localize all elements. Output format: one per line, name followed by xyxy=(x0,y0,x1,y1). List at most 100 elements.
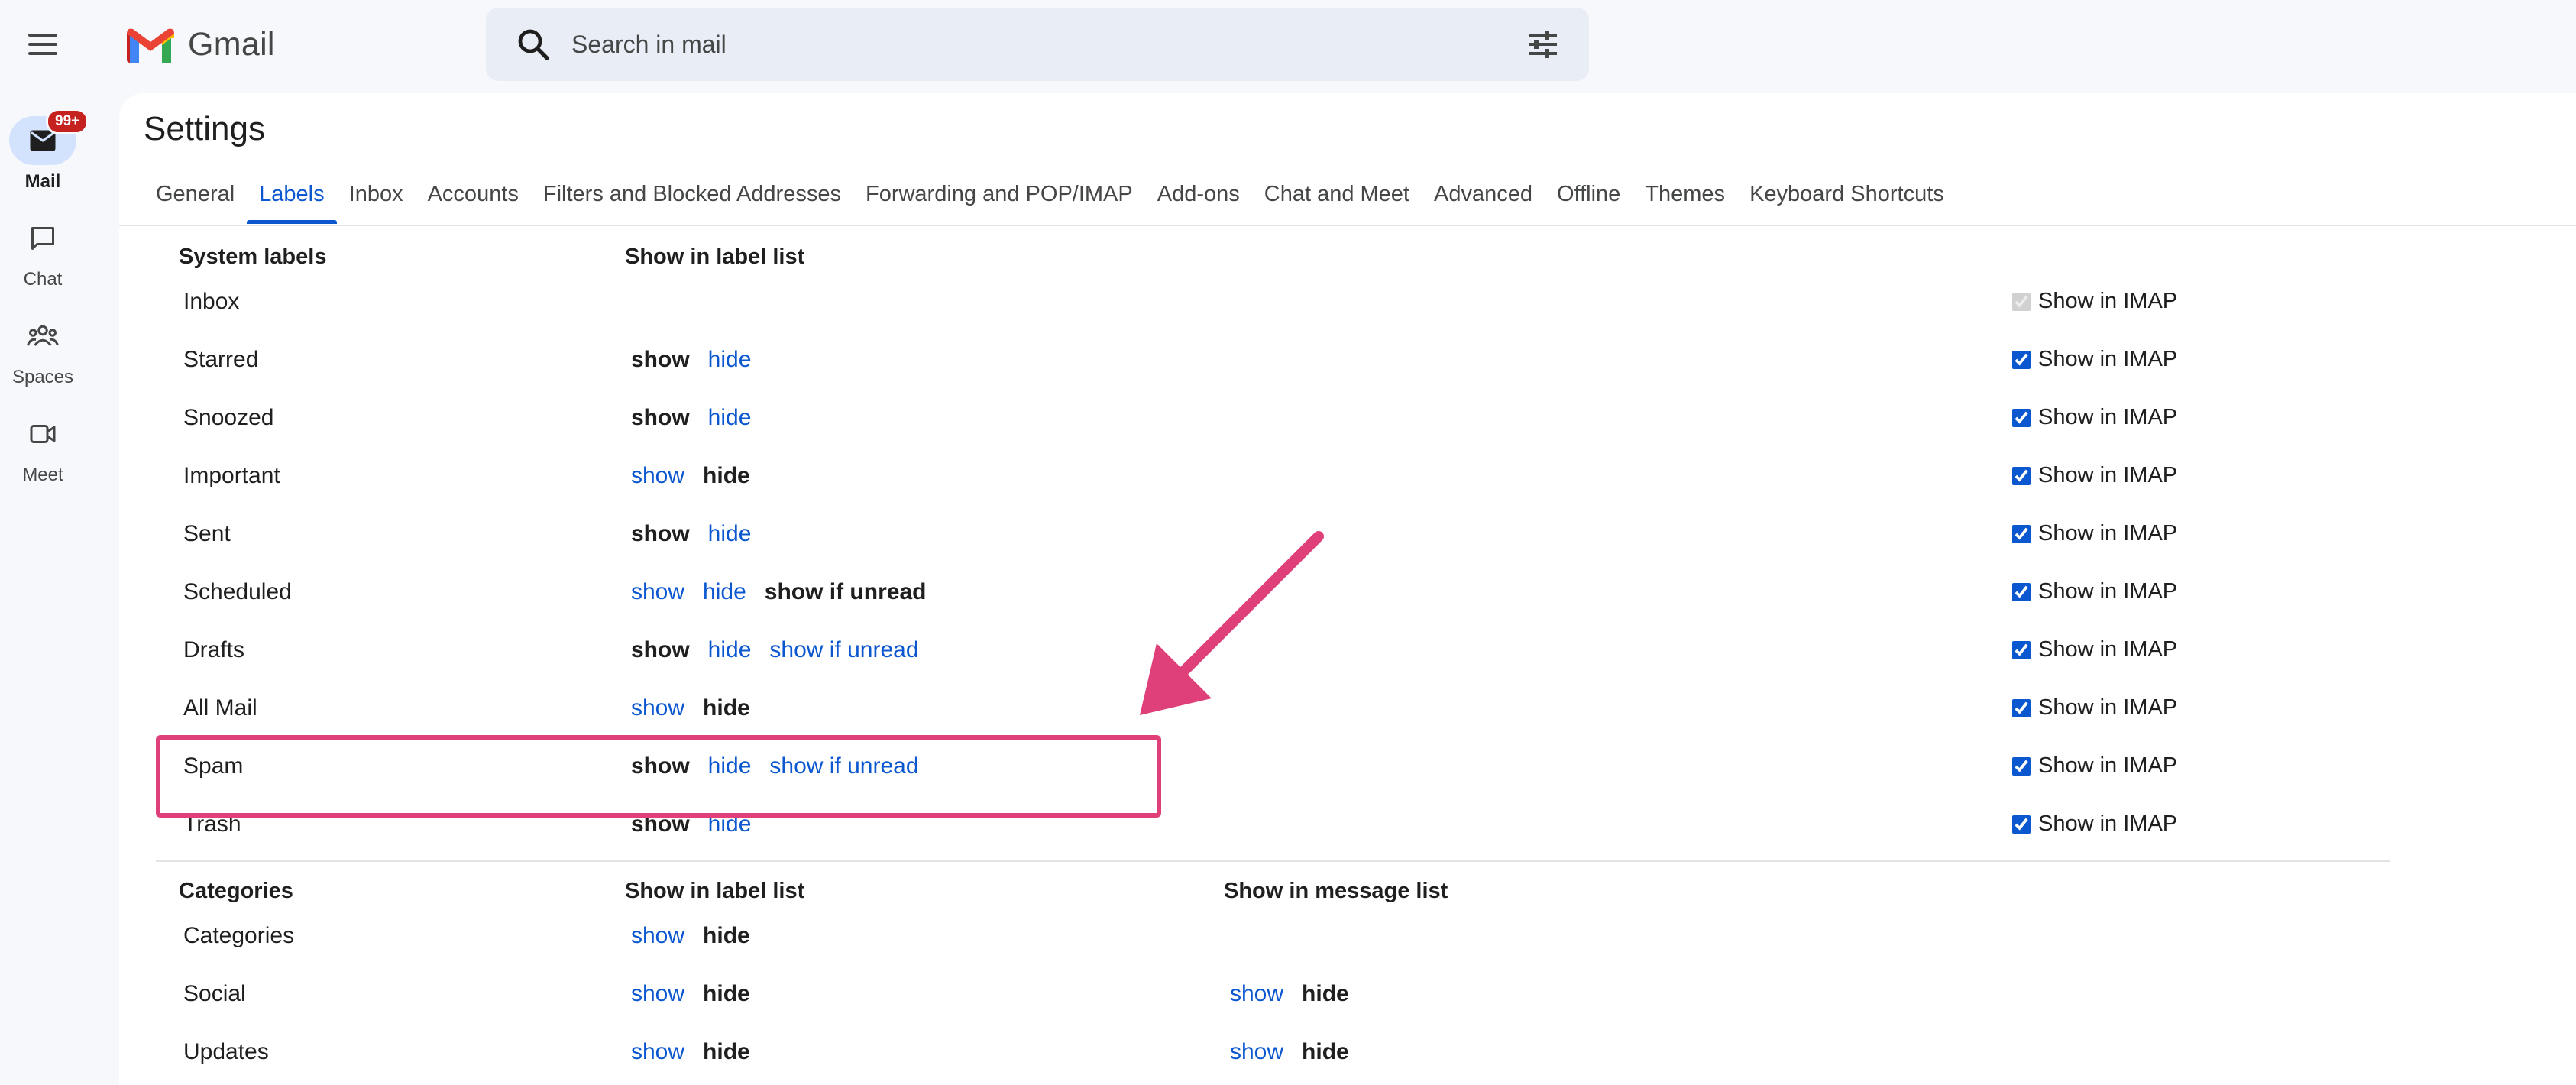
tab-advanced[interactable]: Advanced xyxy=(1422,173,1545,224)
label-list-hide-social: hide xyxy=(703,981,750,1006)
category-label-list-options-categories: show hide xyxy=(631,923,750,949)
label-list-options-snoozed: show hide xyxy=(631,405,751,431)
spaces-icon xyxy=(27,325,59,346)
tab-keyboard-shortcuts[interactable]: Keyboard Shortcuts xyxy=(1737,173,1956,224)
label-name-snoozed: Snoozed xyxy=(183,405,274,430)
label-list-show-important[interactable]: show xyxy=(631,463,684,489)
tab-add-ons[interactable]: Add-ons xyxy=(1145,173,1252,224)
imap-label-all-mail: Show in IMAP xyxy=(2038,695,2178,720)
message-list-show-updates[interactable]: show xyxy=(1230,1039,1283,1065)
label-list-hide-sent[interactable]: hide xyxy=(708,521,752,547)
search-bar[interactable] xyxy=(486,8,1589,81)
tab-inbox[interactable]: Inbox xyxy=(337,173,416,224)
tab-chat-and-meet[interactable]: Chat and Meet xyxy=(1252,173,1422,224)
label-list-hide-scheduled[interactable]: hide xyxy=(703,579,746,605)
label-list-hide-starred[interactable]: hide xyxy=(708,347,752,373)
rail-chat[interactable]: Chat xyxy=(0,214,86,290)
rail-meet[interactable]: Meet xyxy=(0,410,86,486)
menu-icon-bar xyxy=(28,43,57,46)
imap-checkbox-spam[interactable] xyxy=(2012,756,2031,776)
label-list-show-starred: show xyxy=(631,347,690,372)
label-row-drafts: Drafts show hide show if unread Show in IMAP xyxy=(119,622,2576,680)
imap-label-starred: Show in IMAP xyxy=(2038,347,2178,371)
label-row-sent: Sent show hide Show in IMAP xyxy=(119,506,2576,564)
tab-filters-and-blocked-addresses[interactable]: Filters and Blocked Addresses xyxy=(531,173,853,224)
label-row-starred: Starred show hide Show in IMAP xyxy=(119,332,2576,390)
imap-toggle-sent[interactable]: Show in IMAP xyxy=(2012,521,2177,546)
imap-checkbox-scheduled[interactable] xyxy=(2012,582,2031,601)
label-list-show-updates[interactable]: show xyxy=(631,1039,684,1065)
tab-labels[interactable]: Labels xyxy=(247,173,338,224)
label-list-show-if-unread-scheduled: show if unread xyxy=(764,579,927,604)
rail-spaces[interactable]: Spaces xyxy=(0,312,86,388)
label-row-snoozed: Snoozed show hide Show in IMAP xyxy=(119,390,2576,448)
settings-panel: Settings General Labels Inbox Accounts Filte… xyxy=(119,93,2576,1085)
rail-mail-pill: 99+ xyxy=(9,108,89,165)
label-list-show-if-unread-drafts[interactable]: show if unread xyxy=(769,637,918,663)
settings-tabs: General Labels Inbox Accounts Filters and Bl… xyxy=(144,173,1956,224)
category-message-list-options-updates: show hide xyxy=(1230,1039,1349,1065)
imap-checkbox-all-mail[interactable] xyxy=(2012,698,2031,717)
imap-toggle-starred[interactable]: Show in IMAP xyxy=(2012,347,2177,372)
label-list-show-scheduled[interactable]: show xyxy=(631,579,684,605)
imap-checkbox-sent[interactable] xyxy=(2012,524,2031,543)
category-message-list-options-social: show hide xyxy=(1230,981,1349,1007)
imap-checkbox-trash[interactable] xyxy=(2012,815,2031,834)
label-list-hide-drafts[interactable]: hide xyxy=(708,637,752,663)
imap-toggle-important[interactable]: Show in IMAP xyxy=(2012,463,2177,488)
tab-accounts[interactable]: Accounts xyxy=(416,173,531,224)
meet-icon xyxy=(30,425,56,443)
imap-toggle-all-mail[interactable]: Show in IMAP xyxy=(2012,695,2177,721)
label-name-starred: Starred xyxy=(183,347,259,372)
imap-label-snoozed: Show in IMAP xyxy=(2038,405,2178,429)
imap-checkbox-snoozed[interactable] xyxy=(2012,408,2031,427)
label-name-scheduled: Scheduled xyxy=(183,579,292,604)
imap-checkbox-starred[interactable] xyxy=(2012,350,2031,369)
message-list-show-social[interactable]: show xyxy=(1230,981,1283,1007)
category-name-social: Social xyxy=(183,981,246,1006)
imap-checkbox-drafts[interactable] xyxy=(2012,640,2031,659)
label-list-hide-important: hide xyxy=(703,463,750,488)
label-list-options-all-mail: show hide xyxy=(631,695,750,721)
rail-spaces-label: Spaces xyxy=(11,367,74,387)
imap-toggle-drafts[interactable]: Show in IMAP xyxy=(2012,637,2177,662)
imap-toggle-spam[interactable]: Show in IMAP xyxy=(2012,753,2177,779)
gmail-logo[interactable]: Gmail xyxy=(127,23,275,66)
spam-row-highlight-box xyxy=(156,735,1161,818)
imap-checkbox-important[interactable] xyxy=(2012,466,2031,485)
rail-spaces-pill xyxy=(9,312,76,361)
label-list-show-all-mail[interactable]: show xyxy=(631,695,684,721)
menu-icon-bar xyxy=(28,34,57,37)
tab-offline[interactable]: Offline xyxy=(1545,173,1633,224)
search-input[interactable] xyxy=(571,23,1412,66)
tabs-divider xyxy=(119,225,2576,226)
label-list-show-social[interactable]: show xyxy=(631,981,684,1007)
imap-toggle-scheduled[interactable]: Show in IMAP xyxy=(2012,579,2177,604)
tab-general[interactable]: General xyxy=(144,173,247,224)
label-name-all-mail: All Mail xyxy=(183,695,257,721)
label-list-options-important: show hide xyxy=(631,463,750,489)
rail-meet-pill xyxy=(9,410,76,458)
search-options-icon[interactable] xyxy=(1525,26,1561,63)
rail-chat-label: Chat xyxy=(23,269,63,290)
tab-themes[interactable]: Themes xyxy=(1633,173,1737,224)
tab-forwarding-and-pop-imap[interactable]: Forwarding and POP/IMAP xyxy=(853,173,1145,224)
imap-toggle-inbox[interactable]: Show in IMAP xyxy=(2012,289,2177,314)
label-list-hide-categories: hide xyxy=(703,923,750,948)
label-list-options-starred: show hide xyxy=(631,347,751,373)
label-row-inbox: Inbox Show in IMAP xyxy=(119,274,2576,332)
imap-toggle-trash[interactable]: Show in IMAP xyxy=(2012,811,2177,837)
categories-show-in-label-list-header: Show in label list xyxy=(625,879,805,903)
label-list-hide-updates: hide xyxy=(703,1039,750,1064)
label-list-show-snoozed: show xyxy=(631,405,690,430)
category-row-social: Social show hide show hide xyxy=(119,966,2576,1024)
search-icon[interactable] xyxy=(515,26,552,63)
label-list-hide-snoozed[interactable]: hide xyxy=(708,405,752,431)
imap-label-trash: Show in IMAP xyxy=(2038,811,2178,836)
rail-mail[interactable]: 99+ Mail xyxy=(0,108,89,193)
imap-toggle-snoozed[interactable]: Show in IMAP xyxy=(2012,405,2177,430)
categories-header: Categories xyxy=(179,879,293,903)
label-list-show-categories[interactable]: show xyxy=(631,923,684,949)
main-menu-button[interactable] xyxy=(18,20,67,69)
label-list-options-sent: show hide xyxy=(631,521,751,547)
